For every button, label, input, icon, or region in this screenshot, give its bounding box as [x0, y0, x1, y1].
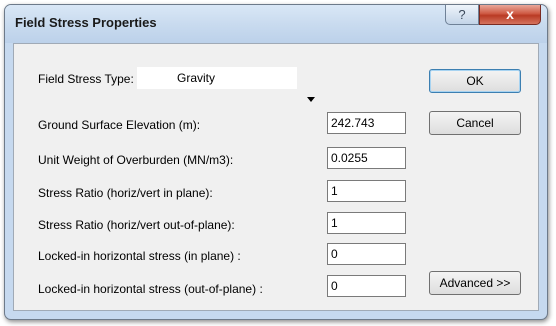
field-stress-type-dropdown[interactable]: Gravity: [137, 67, 315, 102]
dialog-window: Field Stress Properties ? x Field Stress…: [4, 4, 548, 320]
ground-surface-elevation-label: Ground Surface Elevation (m):: [38, 118, 201, 132]
field-stress-type-label: Field Stress Type:: [38, 72, 134, 86]
locked-out-of-plane-label: Locked-in horizontal stress (out-of-plan…: [38, 282, 263, 296]
ground-surface-elevation-input[interactable]: 242.743: [327, 112, 406, 134]
close-icon: x: [506, 6, 514, 22]
unit-weight-label: Unit Weight of Overburden (MN/m3):: [38, 153, 234, 167]
dialog-body: Field Stress Type: Gravity Ground Surfac…: [13, 43, 539, 311]
stress-ratio-out-of-plane-input[interactable]: 1: [327, 212, 406, 234]
advanced-button[interactable]: Advanced >>: [429, 271, 521, 295]
ok-button[interactable]: OK: [429, 69, 521, 93]
close-button[interactable]: x: [479, 5, 541, 25]
stress-ratio-in-plane-label: Stress Ratio (horiz/vert in plane):: [38, 186, 213, 200]
field-stress-type-value: Gravity: [177, 71, 216, 85]
title-bar[interactable]: Field Stress Properties ? x: [5, 5, 547, 43]
help-button[interactable]: ?: [445, 5, 479, 25]
stress-ratio-out-of-plane-label: Stress Ratio (horiz/vert out-of-plane):: [38, 218, 235, 232]
cancel-button[interactable]: Cancel: [429, 111, 521, 135]
chevron-down-icon: [307, 97, 315, 102]
help-icon: ?: [458, 7, 466, 22]
locked-in-plane-label: Locked-in horizontal stress (in plane) :: [38, 249, 241, 263]
locked-out-of-plane-input[interactable]: 0: [327, 275, 406, 297]
locked-in-plane-input[interactable]: 0: [327, 243, 406, 265]
unit-weight-input[interactable]: 0.0255: [327, 147, 406, 169]
dialog-title: Field Stress Properties: [15, 15, 157, 30]
stress-ratio-in-plane-input[interactable]: 1: [327, 180, 406, 202]
